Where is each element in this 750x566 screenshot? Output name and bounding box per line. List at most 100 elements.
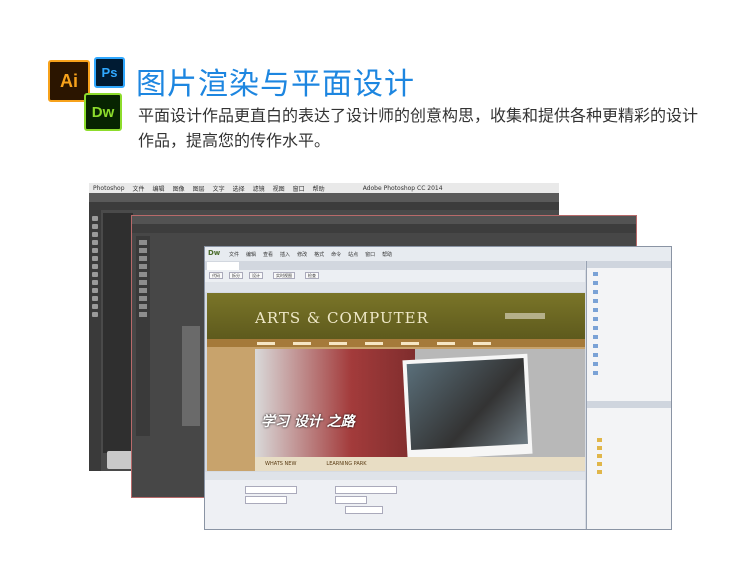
code-view-button[interactable]: 代码	[209, 272, 223, 279]
zoom-tool-icon[interactable]	[92, 312, 98, 317]
dw-menu-bar: Dw 文件 编辑 查看 插入 修改 格式 命令 站点 窗口 帮助	[205, 247, 671, 261]
dreamweaver-app-icon: Dw	[84, 93, 122, 131]
insert-panel-item[interactable]	[593, 280, 663, 287]
files-panel-header[interactable]	[587, 401, 671, 408]
file-tree-item[interactable]	[597, 469, 663, 475]
dw-document-tabs	[205, 261, 585, 270]
type-tool-icon[interactable]	[92, 296, 98, 301]
edit-rule-button[interactable]	[245, 496, 287, 504]
eyedropper-tool-icon[interactable]	[92, 248, 98, 253]
brush-tool-icon[interactable]	[92, 256, 98, 261]
site-logo: ARTS & COMPUTER	[255, 309, 429, 327]
ai-menu-bar	[132, 216, 636, 224]
insert-panel-item[interactable]	[593, 307, 663, 314]
move-tool-icon[interactable]	[92, 216, 98, 221]
page-description: 平面设计作品更直白的表达了设计师的创意构思，收集和提供各种更精彩的设计作品，提高…	[138, 106, 699, 150]
ps-toolbox	[89, 210, 101, 471]
mac-menu-item: 视图	[272, 185, 285, 193]
insert-panel-item[interactable]	[593, 271, 663, 278]
insert-panel-item[interactable]	[593, 316, 663, 323]
file-tree-item[interactable]	[597, 437, 663, 443]
insert-panel-item[interactable]	[593, 370, 663, 377]
dw-menu-item[interactable]: 命令	[331, 251, 341, 258]
site-footer-bar: WHATS NEW LEARNING PARK	[255, 457, 585, 471]
insert-panel-item[interactable]	[593, 352, 663, 359]
photoshop-app-icon: Ps	[94, 57, 125, 88]
dw-menu-item[interactable]: 查看	[263, 251, 273, 258]
design-view-button[interactable]: 设计	[249, 272, 263, 279]
line-tool-icon[interactable]	[139, 272, 147, 277]
dw-menu-item[interactable]: 格式	[314, 251, 324, 258]
insert-panel-item[interactable]	[593, 361, 663, 368]
site-nav-item[interactable]	[329, 342, 347, 345]
ai-floating-panel	[182, 326, 200, 426]
dw-address-bar[interactable]	[205, 282, 585, 292]
stamp-tool-icon[interactable]	[92, 264, 98, 269]
insert-panel-item[interactable]	[593, 325, 663, 332]
file-tree-item[interactable]	[597, 453, 663, 459]
ai-control-bar	[132, 224, 636, 233]
ps-options-bar	[89, 193, 559, 202]
rotate-tool-icon[interactable]	[139, 296, 147, 301]
banner-photo	[406, 358, 529, 451]
banner-slogan: 学习 设计 之路	[261, 414, 355, 430]
site-nav-item[interactable]	[437, 342, 455, 345]
insert-panel-item[interactable]	[593, 334, 663, 341]
site-login-field[interactable]	[505, 313, 545, 319]
ps-window-title: Adobe Photoshop CC 2014	[362, 184, 443, 192]
site-nav-item[interactable]	[293, 342, 311, 345]
dw-menu-item[interactable]: 修改	[297, 251, 307, 258]
insert-panel-item[interactable]	[593, 298, 663, 305]
mac-menu-bar: Photoshop 文件 编辑 图像 图层 文字 选择 滤镜 视图 窗口 帮助 …	[89, 183, 559, 193]
site-nav-item[interactable]	[473, 342, 491, 345]
insert-panel-header[interactable]	[587, 261, 671, 268]
dw-menu-item[interactable]: 文件	[229, 251, 239, 258]
direct-selection-tool-icon[interactable]	[139, 248, 147, 253]
gradient-tool-icon[interactable]	[92, 280, 98, 285]
marquee-tool-icon[interactable]	[92, 224, 98, 229]
insert-panel-item[interactable]	[593, 343, 663, 350]
banner-photo-frame	[402, 353, 533, 457]
insert-panel-item[interactable]	[593, 289, 663, 296]
site-footer-item[interactable]: LEARNING PARK	[326, 461, 366, 467]
dw-document-toolbar: 代码 拆分 设计 实时视图 检查	[205, 270, 585, 282]
site-footer-item[interactable]: WHATS NEW	[265, 461, 296, 467]
dw-menu-item[interactable]: 编辑	[246, 251, 256, 258]
dw-menu-item[interactable]: 插入	[280, 251, 290, 258]
eraser-tool-icon[interactable]	[92, 272, 98, 277]
site-nav-item[interactable]	[365, 342, 383, 345]
mac-menu-item: 滤镜	[252, 185, 265, 193]
type-tool-icon[interactable]	[139, 264, 147, 269]
live-view-button[interactable]: 实时视图	[273, 272, 295, 279]
site-nav-bar	[207, 339, 585, 347]
dw-menu-item[interactable]: 帮助	[382, 251, 392, 258]
split-view-button[interactable]: 拆分	[229, 272, 243, 279]
selection-tool-icon[interactable]	[139, 240, 147, 245]
crop-tool-icon[interactable]	[92, 240, 98, 245]
font-select[interactable]	[335, 486, 397, 494]
dw-logo: Dw	[208, 249, 221, 257]
scale-tool-icon[interactable]	[139, 304, 147, 309]
file-tree-item[interactable]	[597, 445, 663, 451]
dw-menu-item[interactable]: 窗口	[365, 251, 375, 258]
dw-document-tab[interactable]	[207, 262, 239, 270]
banner-background	[255, 349, 415, 457]
site-nav-item[interactable]	[257, 342, 275, 345]
mac-menu-item: 窗口	[292, 185, 305, 193]
brush-tool-icon[interactable]	[139, 288, 147, 293]
hand-tool-icon[interactable]	[92, 304, 98, 309]
gradient-tool-icon[interactable]	[139, 312, 147, 317]
pen-tool-icon[interactable]	[139, 256, 147, 261]
dw-menu-item[interactable]: 站点	[348, 251, 358, 258]
lasso-tool-icon[interactable]	[92, 232, 98, 237]
site-nav-item[interactable]	[401, 342, 419, 345]
format-select[interactable]	[245, 486, 297, 494]
ps-canvas-area[interactable]	[103, 213, 133, 453]
size-select[interactable]	[335, 496, 367, 504]
file-tree-item[interactable]	[597, 461, 663, 467]
inspect-button[interactable]: 检查	[305, 272, 319, 279]
dw-side-panels	[586, 261, 671, 529]
page-properties-button[interactable]	[345, 506, 383, 514]
pen-tool-icon[interactable]	[92, 288, 98, 293]
rectangle-tool-icon[interactable]	[139, 280, 147, 285]
